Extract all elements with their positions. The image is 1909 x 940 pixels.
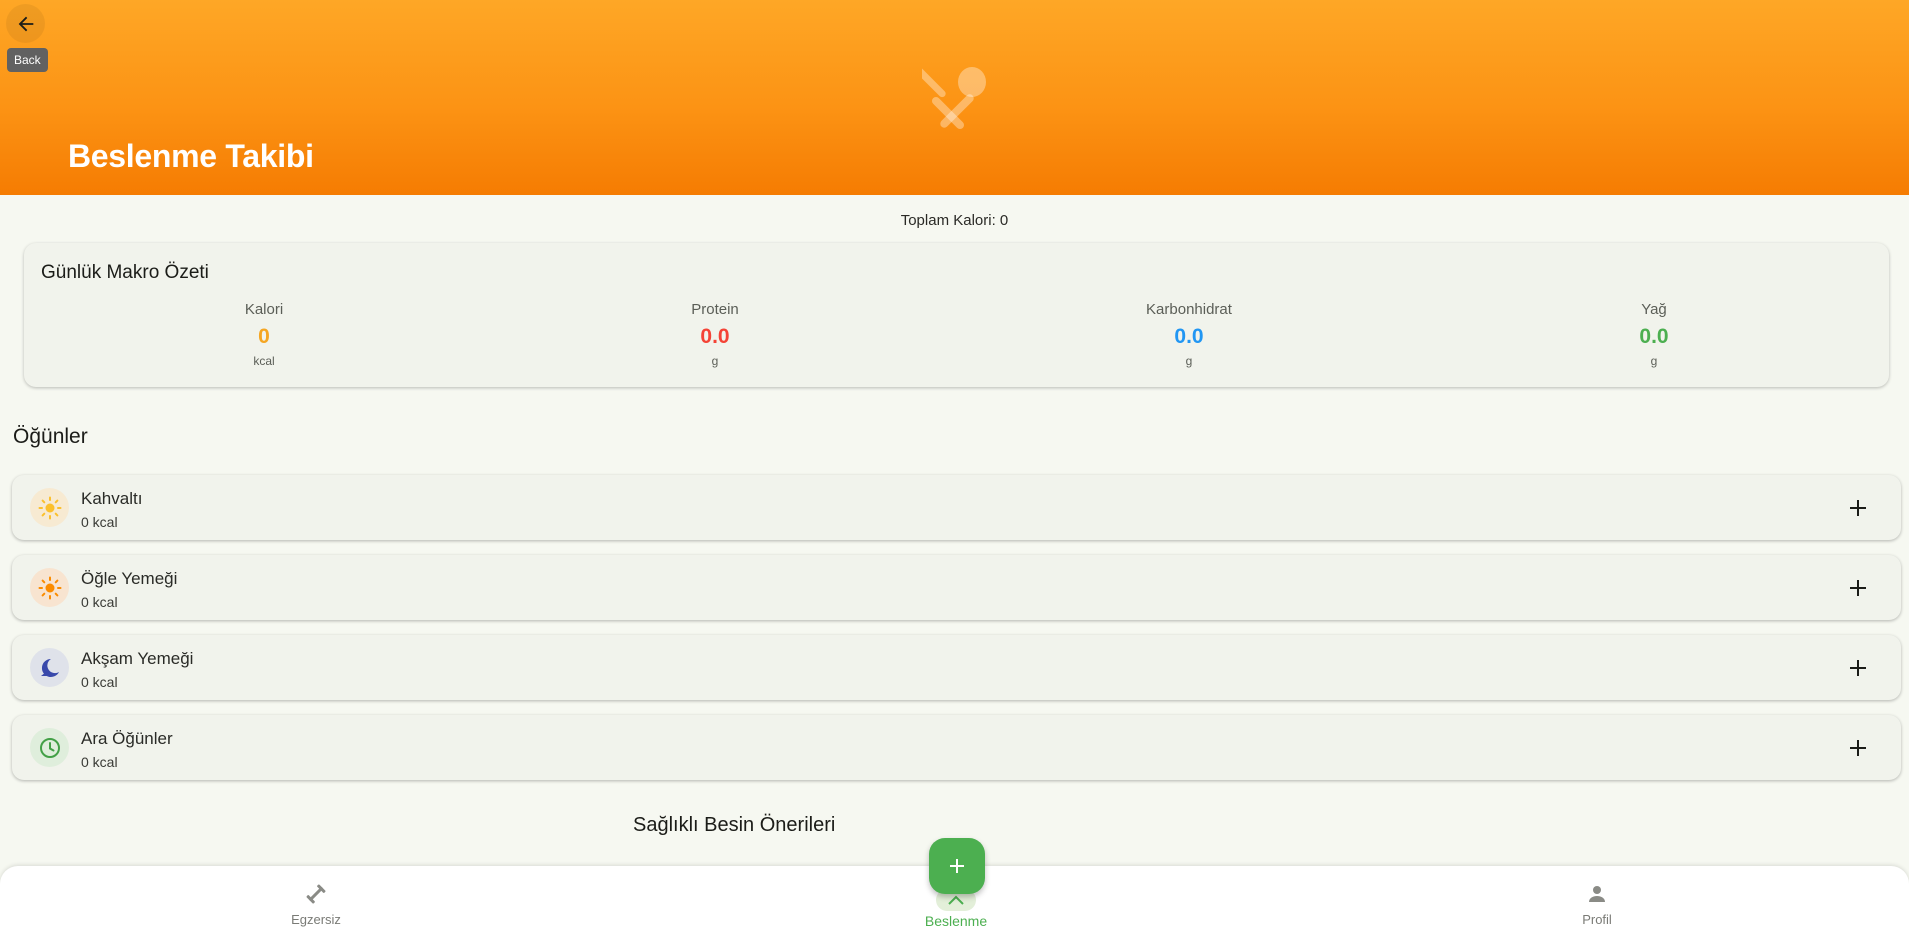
meal-card-breakfast[interactable]: Kahvaltı 0 kcal [12,475,1901,540]
macro-unit: g [1185,354,1193,368]
meal-icon-container [30,568,69,607]
arrow-back-icon [18,16,33,31]
add-food-fab[interactable] [929,838,985,894]
fork-spoon-icon [922,66,986,130]
add-snack-button[interactable] [1843,733,1873,763]
meal-name: Kahvaltı [81,489,143,508]
suggestions-title: Sağlıklı Besin Önerileri [633,814,836,836]
macro-value: 0.0 [1174,325,1204,348]
add-lunch-button[interactable] [1843,573,1873,603]
meal-kcal: 0 kcal [81,674,118,690]
macro-protein: Protein 0.0 g [615,301,815,368]
meal-card-snacks[interactable]: Ara Öğünler 0 kcal [12,715,1901,780]
macro-unit: kcal [253,354,275,368]
moon-icon [40,658,59,677]
meal-icon-container [30,728,69,767]
clock-icon [39,737,60,758]
plus-icon [1850,660,1866,676]
app-header: Back Beslenme Takibi [0,0,1909,195]
add-dinner-button[interactable] [1843,653,1873,683]
macro-label: Yağ [1641,301,1667,318]
macro-label: Karbonhidrat [1146,301,1232,318]
macro-label: Kalori [244,301,284,318]
meal-name: Ara Öğünler [81,729,173,748]
plus-icon [950,859,964,873]
meal-kcal: 0 kcal [81,594,118,610]
plus-icon [1850,580,1866,596]
macro-summary-card: Günlük Makro Özeti Kalori 0 kcal Protein… [24,243,1889,387]
fitness-icon [306,884,326,904]
sun-icon [38,496,61,519]
meal-card-dinner[interactable]: Akşam Yemeği 0 kcal [12,635,1901,700]
plus-icon [1850,500,1866,516]
person-icon [1589,886,1605,902]
macro-unit: g [1650,354,1658,368]
nav-label: Beslenme [924,913,988,929]
meals-section-title: Öğünler [13,425,88,448]
add-breakfast-button[interactable] [1843,493,1873,523]
nav-item-exercise[interactable]: Egzersiz [216,866,416,940]
back-button[interactable] [6,4,45,43]
total-calories-text: Toplam Kalori: 0 [900,212,1009,229]
restaurant-icon [948,895,964,905]
macro-value: 0 [258,325,270,348]
macro-card-title: Günlük Makro Özeti [41,262,209,283]
meal-icon-container [30,488,69,527]
page-title: Beslenme Takibi [68,138,314,174]
macro-fat: Yağ 0.0 g [1554,301,1754,368]
meal-name: Öğle Yemeği [81,569,178,588]
meal-kcal: 0 kcal [81,514,118,530]
macro-label: Protein [691,301,739,318]
meal-name: Akşam Yemeği [81,649,194,668]
nav-label: Egzersiz [291,912,341,927]
plus-icon [1850,740,1866,756]
back-tooltip: Back [7,48,48,72]
sun-icon [38,576,61,599]
macro-value: 0.0 [700,325,730,348]
meal-card-lunch[interactable]: Öğle Yemeği 0 kcal [12,555,1901,620]
meal-icon-container [30,648,69,687]
macro-carbs: Karbonhidrat 0.0 g [1089,301,1289,368]
nav-label: Profil [1582,912,1612,927]
meal-kcal: 0 kcal [81,754,118,770]
macro-calories: Kalori 0 kcal [164,301,364,368]
macro-value: 0.0 [1639,325,1669,348]
macro-unit: g [711,354,719,368]
nav-item-profile[interactable]: Profil [1497,866,1697,940]
